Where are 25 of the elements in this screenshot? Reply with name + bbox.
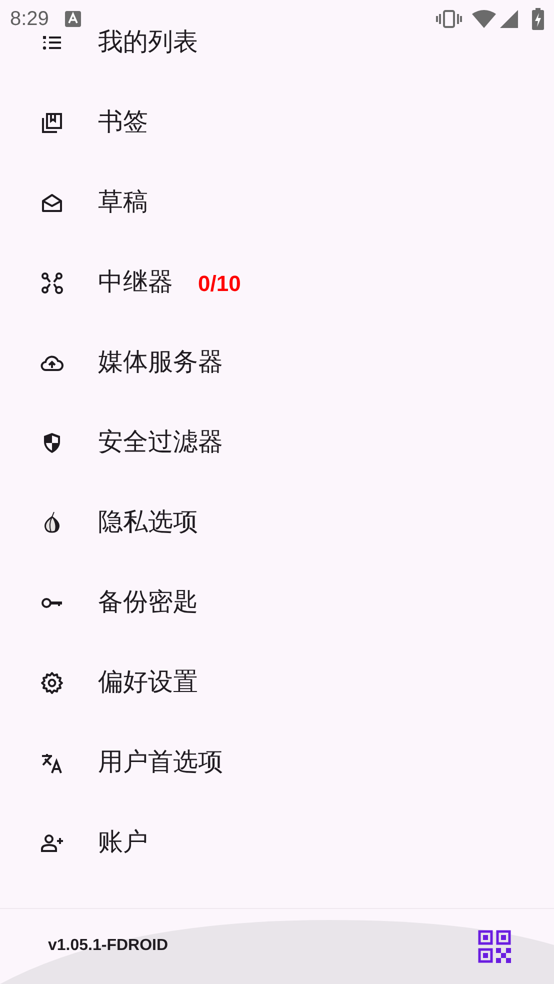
- wifi-icon: [472, 10, 496, 28]
- menu-item-label[interactable]: 我的列表: [98, 24, 198, 62]
- qr-code-icon[interactable]: [478, 930, 511, 962]
- menu-item-label[interactable]: 媒体服务器: [98, 344, 223, 382]
- status-time: 8:29: [10, 7, 49, 32]
- gear-icon: [40, 671, 64, 695]
- network-nodes-icon: [40, 271, 64, 295]
- signal-icon: [500, 10, 518, 28]
- menu-item-label[interactable]: 备份密匙: [98, 584, 198, 622]
- battery-icon: [532, 8, 544, 30]
- menu-item-label[interactable]: 安全过滤器: [98, 424, 223, 462]
- menu-item-label[interactable]: 偏好设置: [98, 664, 198, 702]
- bookmark-stack-icon: [40, 111, 64, 135]
- menu-item-label[interactable]: 草稿: [98, 184, 148, 222]
- menu-item-label[interactable]: 书签: [98, 104, 148, 142]
- envelope-icon: [40, 191, 64, 215]
- menu-item-label[interactable]: 账户: [98, 824, 148, 862]
- version-label: v1.05.1-FDROID: [48, 936, 168, 956]
- notification-icon: [64, 11, 81, 27]
- vibrate-icon: [436, 10, 462, 28]
- menu-item-label[interactable]: 用户首选项: [98, 744, 223, 782]
- menu-item-label[interactable]: 隐私选项: [98, 504, 198, 542]
- relay-count: 0/10: [198, 270, 241, 298]
- menu-item-label[interactable]: 中继器: [98, 264, 173, 302]
- translate-icon: [40, 751, 64, 775]
